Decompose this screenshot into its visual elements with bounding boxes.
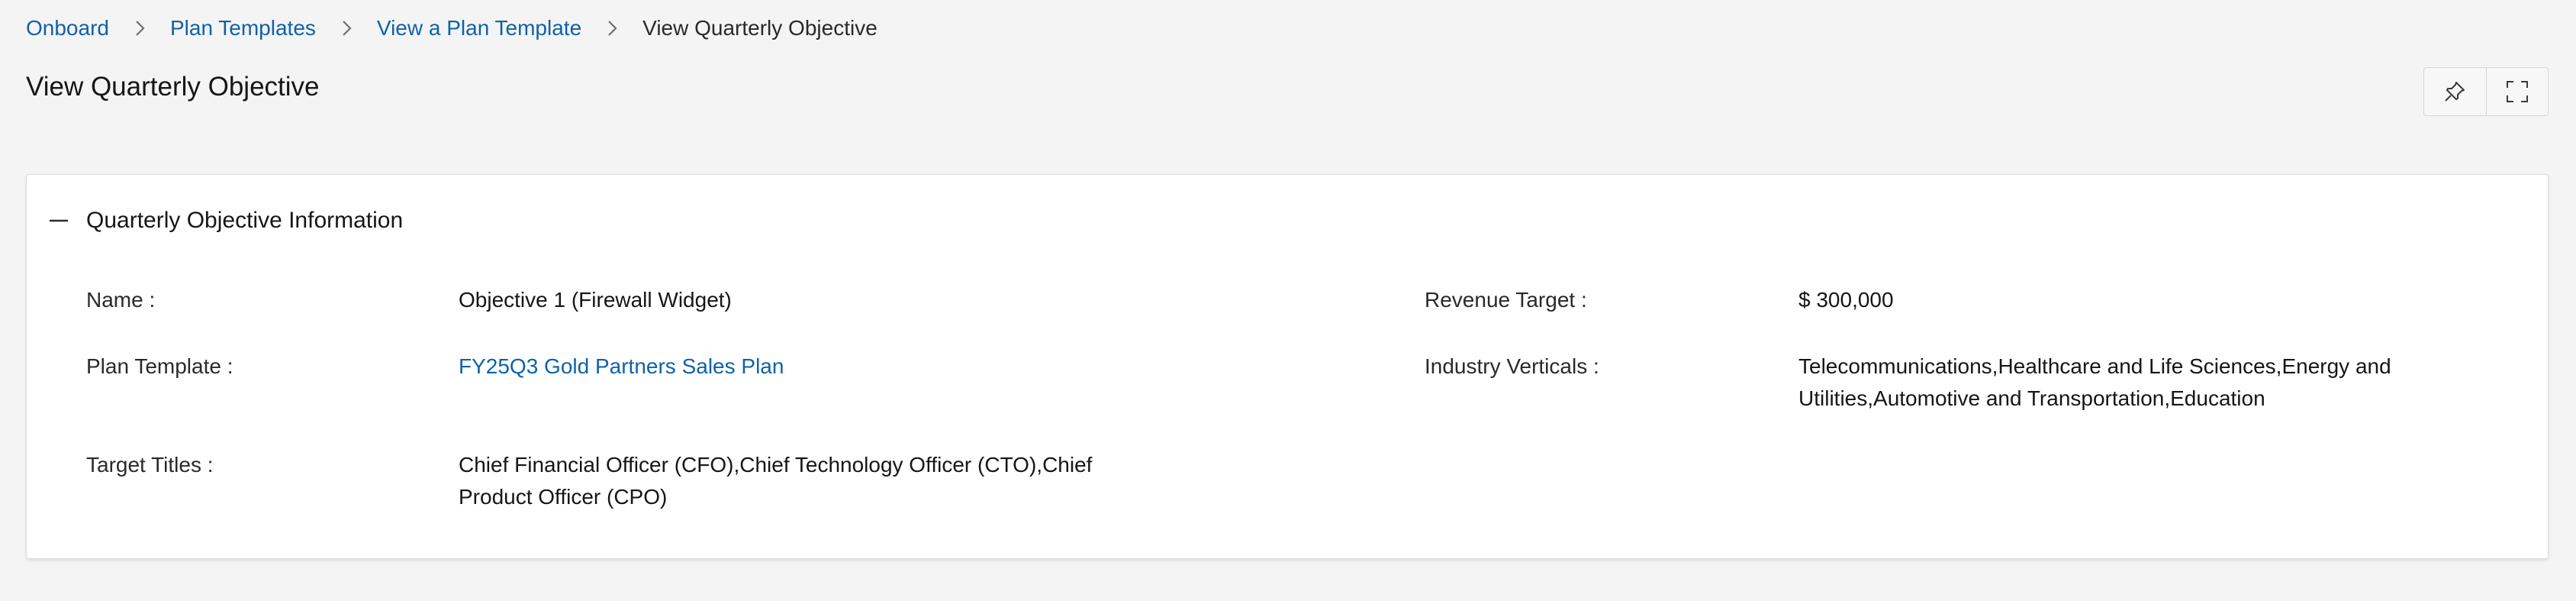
target-titles-value: Chief Financial Officer (CFO),Chief Tech… [459, 449, 1092, 513]
breadcrumb-link-plan-templates[interactable]: Plan Templates [170, 16, 316, 40]
section-toggle[interactable]: Quarterly Objective Information [48, 205, 403, 236]
pin-icon [2442, 79, 2468, 105]
quarterly-objective-card: Quarterly Objective Information Name : O… [26, 174, 2549, 559]
breadcrumb-link-view-plan-template[interactable]: View a Plan Template [377, 16, 581, 40]
target-titles-label: Target Titles : [86, 453, 214, 477]
section-title: Quarterly Objective Information [86, 208, 404, 233]
chevron-right-icon [127, 16, 152, 40]
plan-template-label: Plan Template : [86, 354, 233, 378]
plan-template-link[interactable]: FY25Q3 Gold Partners Sales Plan [459, 351, 784, 383]
fullscreen-icon [2504, 79, 2530, 105]
industry-verticals-line-2: Utilities,Automotive and Transportation,… [1798, 386, 2265, 410]
fullscreen-button[interactable] [2485, 68, 2549, 115]
breadcrumb-link-onboard[interactable]: Onboard [26, 16, 109, 40]
industry-verticals-line-1: Telecommunications,Healthcare and Life S… [1798, 354, 2391, 378]
page-toolbar [2423, 67, 2549, 116]
industry-verticals-label: Industry Verticals : [1425, 354, 1599, 378]
breadcrumb: Onboard Plan Templates View a Plan Templ… [26, 14, 877, 43]
target-titles-line-2: Product Officer (CPO) [459, 485, 668, 509]
page-title: View Quarterly Objective [26, 72, 320, 102]
breadcrumb-current: View Quarterly Objective [642, 16, 877, 40]
revenue-target-value: $ 300,000 [1798, 288, 1894, 312]
chevron-right-icon [600, 16, 624, 40]
name-value: Objective 1 (Firewall Widget) [459, 288, 732, 312]
name-label: Name : [86, 288, 156, 312]
target-titles-line-1: Chief Financial Officer (CFO),Chief Tech… [459, 453, 1093, 477]
revenue-target-label: Revenue Target : [1425, 288, 1587, 312]
industry-verticals-value: Telecommunications,Healthcare and Life S… [1798, 351, 2391, 415]
pin-button[interactable] [2424, 68, 2486, 115]
minus-icon [48, 210, 69, 231]
chevron-right-icon [334, 16, 359, 40]
